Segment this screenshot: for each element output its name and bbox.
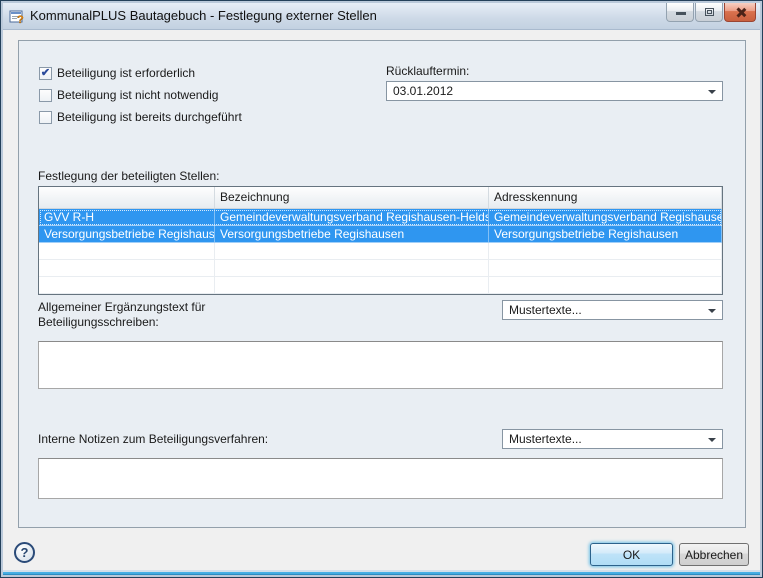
notizen-textarea[interactable] (38, 458, 723, 499)
cancel-button[interactable]: Abbrechen (679, 543, 749, 566)
mustertexte-value: Mustertexte... (509, 303, 582, 317)
ruecklauftermin-value: 03.01.2012 (393, 84, 453, 98)
table-cell[interactable]: Versorgungsbetriebe Regishausen (489, 226, 722, 242)
stellen-table-label: Festlegung der beteiligten Stellen: (38, 169, 219, 184)
stellen-table: Bezeichnung Adresskennung GVV R-H Gemein… (38, 186, 723, 295)
table-empty-row (39, 243, 722, 260)
window-title: KommunalPLUS Bautagebuch - Festlegung ex… (30, 3, 377, 29)
chevron-down-icon (708, 438, 716, 442)
ergaenzungstext-mustertexte-select[interactable]: Mustertexte... (502, 300, 723, 320)
table-cell[interactable]: Versorgungsbetriebe Regishausen (39, 226, 215, 242)
ergaenzungstext-label: Allgemeiner Ergänzungstext für Beteiligu… (38, 300, 263, 330)
maximize-button[interactable] (695, 3, 723, 22)
maximize-icon (705, 8, 714, 16)
checkbox-beteiligung-durchgefuehrt[interactable]: Beteiligung ist bereits durchgeführt (39, 109, 242, 125)
ruecklauftermin-label: Rücklauftermin: (386, 64, 469, 79)
table-empty-cell (489, 243, 722, 259)
table-empty-cell (489, 277, 722, 293)
ruecklauftermin-select[interactable]: 03.01.2012 (386, 81, 723, 101)
table-header-bezeichnung[interactable]: Bezeichnung (215, 187, 489, 208)
close-icon (735, 7, 746, 18)
table-header-row: Bezeichnung Adresskennung (39, 187, 722, 209)
form-help-icon: ? (9, 9, 25, 25)
table-cell[interactable]: Gemeindeverwaltungsverband Regishausen-H… (215, 209, 489, 226)
table-cell[interactable]: GVV R-H (39, 209, 215, 226)
checkbox-label[interactable]: Beteiligung ist nicht notwendig (57, 88, 218, 102)
ergaenzungstext-textarea[interactable] (38, 341, 723, 389)
checkbox-label[interactable]: Beteiligung ist erforderlich (57, 66, 195, 80)
help-button[interactable]: ? (14, 542, 35, 563)
table-empty-cell (489, 260, 722, 276)
table-empty-cell (39, 277, 215, 293)
svg-text:?: ? (17, 14, 24, 25)
chevron-down-icon (708, 90, 716, 94)
minimize-icon (676, 12, 686, 15)
titlebar[interactable]: ? KommunalPLUS Bautagebuch - Festlegung … (3, 3, 760, 30)
checkbox-icon[interactable] (39, 67, 52, 80)
table-empty-row (39, 277, 722, 294)
table-empty-cell (39, 260, 215, 276)
table-cell[interactable]: Gemeindeverwaltungsverband RegishausenHe (489, 209, 722, 226)
minimize-button[interactable] (666, 3, 694, 22)
chevron-down-icon (708, 309, 716, 313)
ok-button[interactable]: OK (590, 543, 673, 566)
table-row-inner: GVV R-H Gemeindeverwaltungsverband Regis… (39, 209, 722, 226)
question-mark-icon: ? (21, 546, 29, 559)
table-row[interactable]: GVV R-H Gemeindeverwaltungsverband Regis… (39, 209, 722, 226)
table-empty-cell (215, 260, 489, 276)
checkbox-beteiligung-nicht-notwendig[interactable]: Beteiligung ist nicht notwendig (39, 87, 218, 103)
table-empty-row (39, 260, 722, 277)
mustertexte-value: Mustertexte... (509, 432, 582, 446)
notizen-label: Interne Notizen zum Beteiligungsverfahre… (38, 432, 268, 447)
table-row[interactable]: Versorgungsbetriebe Regishausen Versorgu… (39, 226, 722, 243)
table-cell[interactable]: Versorgungsbetriebe Regishausen (215, 226, 489, 242)
checkbox-label[interactable]: Beteiligung ist bereits durchgeführt (57, 110, 242, 124)
dialog-window: ? KommunalPLUS Bautagebuch - Festlegung … (0, 0, 763, 578)
window-controls (666, 3, 756, 22)
checkbox-beteiligung-erforderlich[interactable]: Beteiligung ist erforderlich (39, 65, 195, 81)
checkbox-icon[interactable] (39, 89, 52, 102)
table-empty-cell (215, 243, 489, 259)
table-header-adresskennung[interactable]: Adresskennung (489, 187, 722, 208)
window-bottom-border (3, 570, 760, 575)
close-button[interactable] (724, 3, 756, 22)
table-header-blank[interactable] (39, 187, 215, 208)
table-empty-cell (215, 277, 489, 293)
table-empty-cell (39, 243, 215, 259)
notizen-mustertexte-select[interactable]: Mustertexte... (502, 429, 723, 449)
checkbox-icon[interactable] (39, 111, 52, 124)
content-panel: Beteiligung ist erforderlich Beteiligung… (18, 40, 746, 528)
